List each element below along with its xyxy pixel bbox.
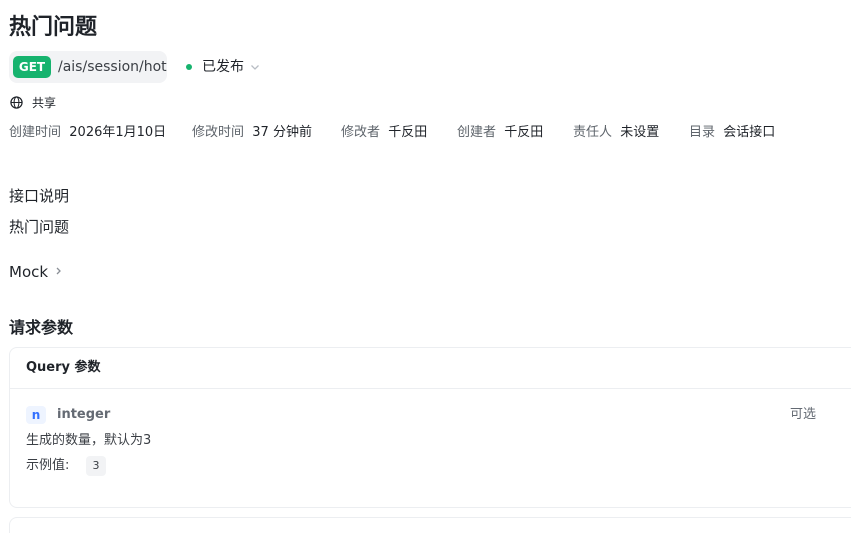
meta-modified-label: 修改时间	[192, 125, 245, 140]
page-title: 热门问题	[9, 15, 98, 40]
chevron-right-icon[interactable]	[54, 265, 63, 277]
globe-icon	[10, 96, 23, 109]
api-doc-page: 热门问题 GET /ais/session/hot 已发布 共享 创建时间 20…	[0, 0, 851, 533]
meta-creator-label: 创建者	[457, 125, 497, 140]
param-example-value: 3	[86, 456, 106, 476]
query-params-title: Query 参数	[26, 360, 101, 375]
method-badge: GET	[13, 56, 51, 78]
meta-modifier-value: 千反田	[388, 125, 428, 140]
meta-modified: 修改时间 37 分钟前	[192, 124, 312, 142]
meta-creator-value: 千反田	[504, 125, 544, 140]
meta-owner: 责任人 未设置	[573, 124, 659, 142]
share-label[interactable]: 共享	[32, 95, 56, 111]
meta-owner-label: 责任人	[573, 125, 613, 140]
param-example-label: 示例值:	[26, 458, 70, 473]
request-params-title: 请求参数	[9, 318, 74, 337]
meta-directory-value[interactable]: 会话接口	[723, 125, 775, 140]
meta-created: 创建时间 2026年1月10日	[9, 124, 166, 142]
meta-modifier-label: 修改者	[341, 125, 381, 140]
meta-modifier: 修改者 千反田	[341, 124, 427, 142]
meta-created-value: 2026年1月10日	[69, 125, 167, 140]
query-params-card	[9, 347, 851, 508]
mock-toggle[interactable]: Mock	[9, 262, 48, 282]
meta-modified-value: 37 分钟前	[252, 125, 312, 140]
description-heading: 接口说明	[9, 187, 70, 205]
description-text: 热门问题	[9, 218, 70, 236]
meta-directory-label: 目录	[689, 125, 716, 140]
endpoint-path[interactable]: /ais/session/hot	[58, 58, 167, 76]
meta-directory: 目录 会话接口	[689, 124, 775, 142]
card-divider	[10, 388, 851, 389]
status-label[interactable]: 已发布	[202, 58, 244, 76]
param-name-badge: n	[26, 406, 46, 424]
param-description: 生成的数量，默认为3	[26, 433, 152, 448]
param-required-flag: 可选	[790, 407, 817, 422]
param-type: integer	[57, 407, 111, 422]
meta-creator: 创建者 千反田	[457, 124, 543, 142]
status-dot	[186, 64, 192, 70]
next-section-card	[9, 517, 851, 533]
chevron-down-icon[interactable]	[249, 61, 261, 73]
meta-created-label: 创建时间	[9, 125, 62, 140]
meta-owner-value[interactable]: 未设置	[620, 125, 659, 140]
